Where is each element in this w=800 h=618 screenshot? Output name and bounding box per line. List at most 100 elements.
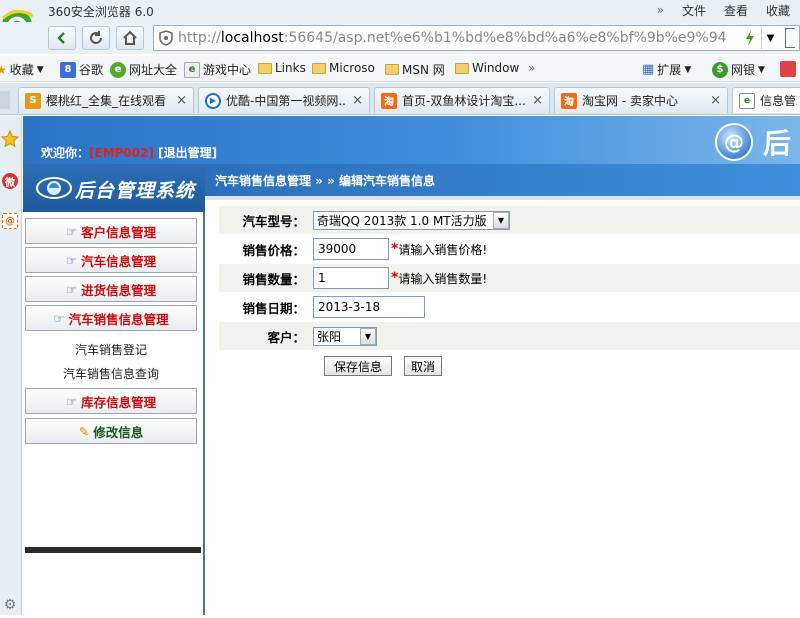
close-icon[interactable]: × — [352, 93, 363, 108]
site-directory-icon: e — [110, 61, 126, 78]
chevron-down-icon[interactable]: ▼ — [761, 27, 779, 49]
row-customer: 客户： 张阳 ▼ — [219, 322, 800, 350]
weibo-icon[interactable]: 微 — [0, 168, 20, 194]
home-button[interactable] — [116, 26, 144, 50]
fav-item-windows[interactable]: Window — [455, 61, 519, 75]
customer-select[interactable]: 张阳 ▼ — [313, 326, 377, 346]
tab-info-management[interactable]: e 信息管理 — [732, 87, 800, 113]
nav-divider — [25, 547, 201, 553]
taobao-icon: 淘 — [381, 92, 397, 109]
browser-title: 360安全浏览器 6.0 — [48, 5, 154, 19]
tab-youku[interactable]: ▶ 优酷-中国第一视频网... × — [198, 87, 370, 113]
taobao-icon: 淘 — [561, 92, 577, 109]
fav-item-site-directory[interactable]: e 网址大全 — [110, 61, 177, 78]
car-model-label: 汽车型号： — [242, 213, 305, 229]
brand-at-icon: @ — [715, 123, 753, 161]
fav-item-game-center[interactable]: e 游戏中心 — [184, 61, 251, 78]
customer-label: 客户： — [267, 329, 305, 345]
shield-icon — [154, 30, 178, 46]
folder-icon — [312, 62, 326, 74]
brand-right-text: 后 — [763, 127, 792, 160]
fav-item-msn[interactable]: MSN 网 — [385, 61, 445, 78]
row-car-model: 汽车型号： 奇瑞QQ 2013款 1.0 MT活力版 ▼ — [219, 206, 800, 234]
nav-sales-register[interactable]: 汽车销售登记 — [25, 337, 197, 361]
row-sale-date: 销售日期： 2013-3-18 — [219, 293, 800, 321]
favorites-star-icon[interactable] — [0, 126, 20, 152]
browser-sidebar: 微 @ ⚙ — [0, 116, 22, 615]
search-engine-icon[interactable] — [785, 28, 795, 48]
nav-sales-management[interactable]: ☞ 汽车销售信息管理 — [25, 305, 197, 331]
page-content: 欢迎你：[EMP002] [退出管理] @ 后 后台管理系统 汽车销售信息管理 … — [23, 116, 800, 615]
fav-item-google[interactable]: 8 谷歌 — [60, 61, 103, 78]
required-mark: * — [391, 270, 399, 286]
tab-taobao-home[interactable]: 淘 首页-双鱼林设计淘宝... × — [374, 87, 550, 113]
tab-scroll-left[interactable] — [0, 91, 10, 109]
menu-more[interactable]: » — [657, 3, 664, 17]
nav-purchase-management[interactable]: ☞ 进货信息管理 — [25, 276, 197, 302]
hand-pointer-icon: ☞ — [65, 281, 78, 297]
fav-item-favorites[interactable]: ★ 收藏 ▼ — [0, 61, 44, 78]
welcome-text: 欢迎你：[EMP002] [退出管理] — [41, 146, 218, 160]
browser-nav-bar: http://localhost:56645/asp.net%e6%b1%bd%… — [0, 22, 800, 54]
tab-video-sakura[interactable]: S 樱桃红_全集_在线观看 ... × — [18, 87, 194, 113]
grid-icon: ▦ — [642, 62, 655, 77]
sale-quantity-input[interactable]: 1 — [313, 267, 389, 289]
menu-file[interactable]: 文件 — [682, 2, 706, 19]
cancel-button[interactable]: 取消 — [404, 356, 442, 376]
nav-car-management[interactable]: ☞ 汽车信息管理 — [25, 247, 197, 273]
back-button[interactable] — [48, 26, 76, 50]
extensions-button[interactable]: ▦ 扩展 ▼ — [642, 61, 691, 78]
folder-icon — [258, 62, 272, 74]
fav-item-links[interactable]: Links — [258, 61, 306, 75]
sale-price-input[interactable]: 39000 — [313, 238, 389, 260]
fav-item-microsoft[interactable]: Microso — [312, 61, 375, 75]
page-banner: 欢迎你：[EMP002] [退出管理] @ 后 — [23, 116, 800, 164]
tab-bar: S 樱桃红_全集_在线观看 ... × ▶ 优酷-中国第一视频网... × 淘 … — [0, 83, 800, 115]
close-icon[interactable]: × — [532, 93, 543, 108]
tab-taobao-seller[interactable]: 淘 淘宝网 - 卖家中心 × — [554, 87, 728, 113]
refresh-button[interactable] — [82, 26, 110, 50]
breadcrumb: 汽车销售信息管理 » » 编辑汽车销售信息 — [215, 174, 436, 188]
fav-extra-icon[interactable] — [780, 61, 796, 77]
video-site-icon: S — [25, 92, 41, 109]
hand-pointer-icon: ☞ — [53, 310, 65, 326]
favorites-bar: ★ 收藏 ▼ 8 谷歌 e 网址大全 e 游戏中心 Links Microso MSN 网… — [0, 56, 800, 82]
address-url[interactable]: http://localhost:56645/asp.net%e6%b1%bd%… — [178, 30, 741, 46]
browser-title-bar: 360安全浏览器 6.0 » 文件 查看 收藏 — [0, 0, 800, 40]
refresh-icon — [90, 31, 102, 44]
nav-customer-management[interactable]: ☞ 客户信息管理 — [25, 218, 197, 244]
google-icon: 8 — [60, 61, 76, 78]
lightning-icon[interactable] — [745, 30, 755, 46]
sale-price-label: 销售价格： — [242, 242, 305, 258]
close-icon[interactable]: × — [710, 93, 721, 108]
nav-edit-info[interactable]: ✎ 修改信息 — [25, 418, 197, 444]
address-bar[interactable]: http://localhost:56645/asp.net%e6%b1%bd%… — [153, 25, 800, 51]
browser-menu: » 文件 查看 收藏 — [657, 0, 800, 20]
star-icon: ★ — [0, 62, 7, 77]
fav-more[interactable]: » — [528, 61, 535, 75]
close-icon[interactable]: × — [176, 93, 187, 108]
logout-link[interactable]: [退出管理] — [158, 146, 217, 160]
bank-icon: $ — [712, 61, 728, 78]
left-nav: ☞ 客户信息管理 ☞ 汽车信息管理 ☞ 进货信息管理 ☞ 汽车销售信息管理 汽车销售登记… — [23, 212, 205, 615]
nav-inventory-management[interactable]: ☞ 库存信息管理 — [25, 388, 197, 414]
breadcrumb-bar: 汽车销售信息管理 » » 编辑汽车销售信息 — [205, 164, 800, 196]
sale-date-input[interactable]: 2013-3-18 — [313, 296, 425, 318]
page-icon: e — [739, 92, 755, 109]
row-sale-quantity: 销售数量： 1 * 请输入销售数量! — [219, 264, 800, 292]
sale-quantity-label: 销售数量： — [242, 271, 305, 287]
hand-pointer-icon: ☞ — [65, 393, 78, 409]
car-model-select[interactable]: 奇瑞QQ 2013款 1.0 MT活力版 ▼ — [313, 210, 510, 230]
menu-view[interactable]: 查看 — [724, 2, 748, 19]
nav-sales-query[interactable]: 汽车销售信息查询 — [25, 361, 197, 385]
hand-pointer-icon: ☞ — [65, 252, 78, 268]
online-banking-button[interactable]: $ 网银 ▼ — [712, 61, 765, 78]
settings-gear-icon[interactable]: ⚙ — [0, 592, 20, 618]
menu-favorites[interactable]: 收藏 — [766, 2, 790, 19]
content-separator — [205, 196, 800, 200]
brand-right: @ 后 — [715, 122, 791, 162]
mail-icon[interactable]: @ — [0, 208, 20, 234]
hand-pointer-icon: ☞ — [65, 223, 78, 239]
save-button[interactable]: 保存信息 — [324, 356, 392, 376]
folder-icon — [455, 62, 469, 74]
